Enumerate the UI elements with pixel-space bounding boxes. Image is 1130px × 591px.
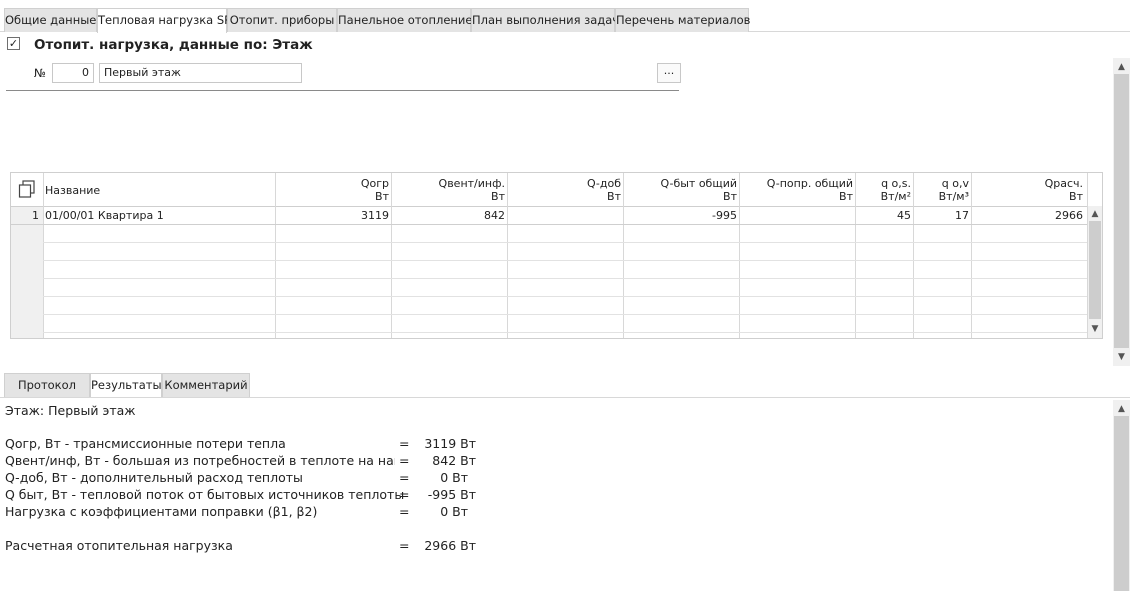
row-number-column (11, 206, 43, 338)
cell-qov[interactable]: 17 (919, 208, 969, 223)
header-divider (6, 90, 679, 91)
upper-vertical-scrollbar[interactable]: ▲ ▼ (1113, 58, 1130, 366)
cell-qrasch[interactable]: 2966 (977, 208, 1083, 223)
tab-comment[interactable]: Комментарий (162, 373, 250, 397)
tab-results[interactable]: Результаты (90, 373, 162, 398)
tab-task-plan[interactable]: План выполнения задач (471, 8, 619, 32)
result-eq: = (399, 453, 410, 468)
col-header-qos[interactable]: q o,s. Вт/м² (861, 177, 911, 203)
bottom-tab-divider (0, 397, 1130, 398)
tab-general-data[interactable]: Общие данные (4, 8, 97, 32)
scroll-down-icon[interactable]: ▼ (1114, 352, 1129, 362)
results-scroll-up-icon[interactable]: ▲ (1114, 404, 1129, 414)
result-total-eq: = (399, 538, 410, 553)
main-tab-bar: Общие данные Тепловая нагрузка SP Отопит… (0, 0, 1130, 33)
col-header-qvent[interactable]: Qвент/инф. Вт (407, 177, 505, 203)
result-eq: = (399, 504, 410, 519)
more-button[interactable]: ... (657, 63, 681, 83)
number-label: № (34, 66, 46, 80)
col-header-qrasch[interactable]: Qрасч. Вт (977, 177, 1083, 203)
result-eq: = (399, 436, 410, 451)
copy-icon[interactable] (18, 180, 36, 198)
result-value: 842 Вт (432, 453, 476, 468)
tab-materials-list[interactable]: Перечень материалов (615, 8, 750, 32)
result-value: 0 Вт (440, 470, 468, 485)
results-heading: Этаж: Первый этаж (5, 403, 136, 418)
results-vertical-scrollbar[interactable]: ▲ (1113, 400, 1130, 591)
col-header-qdob[interactable]: Q-доб Вт (523, 177, 621, 203)
tab-heating-devices[interactable]: Отопит. приборы (227, 8, 337, 32)
result-label: Нагрузка с коэффициентами поправки (β1, … (5, 504, 318, 519)
number-field[interactable]: 0 (52, 63, 94, 83)
col-header-qpopr[interactable]: Q-попр. общий Вт (755, 177, 853, 203)
col-header-name[interactable]: Название (45, 184, 100, 197)
tab-heat-load-sp[interactable]: Тепловая нагрузка SP (97, 8, 231, 33)
header-checkbox[interactable]: ✓ (7, 37, 20, 50)
tab-protocol[interactable]: Протокол (4, 373, 90, 397)
table-vertical-scrollbar[interactable]: ▲ ▼ (1088, 206, 1102, 338)
section-title: Отопит. нагрузка, данные по: Этаж (34, 37, 313, 53)
scrollbar-thumb[interactable] (1114, 74, 1129, 348)
tab-panel-heating[interactable]: Панельное отопление (337, 8, 473, 32)
heat-load-table: Название Qогр Вт Qвент/инф. Вт Q-доб Вт Q-б… (10, 172, 1103, 339)
result-value: 3119 Вт (424, 436, 476, 451)
cell-name[interactable]: 01/00/01 Квартира 1 (45, 208, 164, 223)
result-total-label: Расчетная отопительная нагрузка (5, 538, 233, 553)
cell-qogr[interactable]: 3119 (291, 208, 389, 223)
scroll-up-icon[interactable]: ▲ (1114, 62, 1129, 72)
cell-qos[interactable]: 45 (861, 208, 911, 223)
result-value: -995 Вт (427, 487, 476, 502)
floor-name-field[interactable]: Первый этаж (99, 63, 302, 83)
results-scrollbar-thumb[interactable] (1114, 416, 1129, 591)
result-label: Q-доб, Вт - дополнительный расход теплот… (5, 470, 303, 485)
result-eq: = (399, 487, 410, 502)
col-header-qov[interactable]: q o,v Вт/м³ (919, 177, 969, 203)
result-label: Qогр, Вт - трансмиссионные потери тепла (5, 436, 286, 451)
table-scroll-down-icon[interactable]: ▼ (1088, 324, 1102, 334)
result-label: Qвент/инф, Вт - большая из потребностей … (5, 453, 395, 468)
col-header-qogr[interactable]: Qогр Вт (291, 177, 389, 203)
row-number: 1 (32, 209, 39, 222)
result-total-value: 2966 Вт (424, 538, 476, 553)
result-eq: = (399, 470, 410, 485)
cell-qvent[interactable]: 842 (407, 208, 505, 223)
cell-qbyt[interactable]: -995 (639, 208, 737, 223)
col-header-qbyt[interactable]: Q-быт общий Вт (639, 177, 737, 203)
table-scrollbar-thumb[interactable] (1089, 221, 1101, 319)
result-label: Q быт, Вт - тепловой поток от бытовых ис… (5, 487, 405, 502)
result-value: 0 Вт (440, 504, 468, 519)
table-scroll-up-icon[interactable]: ▲ (1088, 209, 1102, 219)
